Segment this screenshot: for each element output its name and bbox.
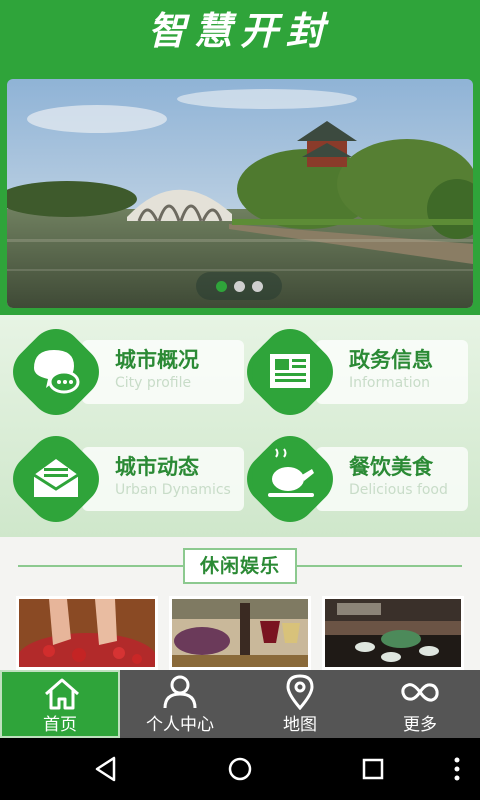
chat-bubble-icon bbox=[13, 329, 99, 415]
tab-label: 更多 bbox=[403, 715, 437, 735]
tab-label: 首页 bbox=[43, 715, 77, 735]
roast-chicken-icon bbox=[247, 436, 333, 522]
category-title: 政务信息 bbox=[349, 348, 433, 372]
carousel-indicator[interactable] bbox=[196, 272, 282, 300]
category-information[interactable]: 政务信息 Information bbox=[246, 328, 476, 418]
system-nav-bar bbox=[0, 738, 480, 800]
tea-set-photo bbox=[325, 599, 461, 667]
carousel-dot[interactable] bbox=[251, 280, 263, 292]
tab-label: 个人中心 bbox=[146, 715, 214, 735]
category-subtitle: Delicious food bbox=[349, 482, 448, 498]
tab-label: 地图 bbox=[283, 715, 317, 735]
carousel-dot[interactable] bbox=[215, 280, 227, 292]
category-title: 城市概况 bbox=[115, 348, 199, 372]
tab-home[interactable]: 首页 bbox=[0, 670, 120, 738]
footbath-photo bbox=[19, 599, 155, 667]
bottom-tab-bar: 首页 个人中心 地图 更多 bbox=[0, 670, 480, 738]
divider bbox=[297, 565, 462, 567]
leisure-item-wine[interactable] bbox=[169, 596, 311, 670]
home-circle-icon[interactable] bbox=[223, 752, 257, 786]
category-title: 餐饮美食 bbox=[349, 455, 433, 479]
category-subtitle: City profile bbox=[115, 375, 192, 391]
category-urban-dynamics[interactable]: 城市动态 Urban Dynamics bbox=[12, 435, 244, 525]
infinity-icon bbox=[401, 683, 439, 702]
recents-icon[interactable] bbox=[356, 752, 390, 786]
tab-map[interactable]: 地图 bbox=[240, 670, 360, 738]
envelope-icon bbox=[13, 436, 99, 522]
section-title: 休闲娱乐 bbox=[183, 548, 297, 584]
tab-more[interactable]: 更多 bbox=[360, 670, 480, 738]
leisure-section: 休闲娱乐 bbox=[0, 537, 480, 670]
category-food[interactable]: 餐饮美食 Delicious food bbox=[246, 435, 476, 525]
category-subtitle: Urban Dynamics bbox=[115, 482, 231, 498]
newspaper-icon bbox=[247, 329, 333, 415]
app-header: 智慧开封 bbox=[0, 0, 480, 315]
overflow-menu-icon[interactable] bbox=[440, 752, 474, 786]
divider bbox=[18, 565, 183, 567]
app-title: 智慧开封 bbox=[147, 8, 332, 53]
home-icon bbox=[45, 678, 79, 710]
back-icon[interactable] bbox=[90, 752, 124, 786]
category-city-profile[interactable]: 城市概况 City profile bbox=[12, 328, 244, 418]
carousel-dot[interactable] bbox=[233, 280, 245, 292]
wine-photo bbox=[172, 599, 308, 667]
map-pin-icon bbox=[286, 674, 314, 710]
category-title: 城市动态 bbox=[115, 455, 199, 479]
category-grid: 城市概况 City profile 政务信息 Information 城市动态 bbox=[0, 315, 480, 537]
category-subtitle: Information bbox=[349, 375, 431, 391]
leisure-item-footbath[interactable] bbox=[16, 596, 158, 670]
leisure-item-tea[interactable] bbox=[322, 596, 464, 670]
user-icon bbox=[163, 675, 197, 709]
tab-profile[interactable]: 个人中心 bbox=[120, 670, 240, 738]
